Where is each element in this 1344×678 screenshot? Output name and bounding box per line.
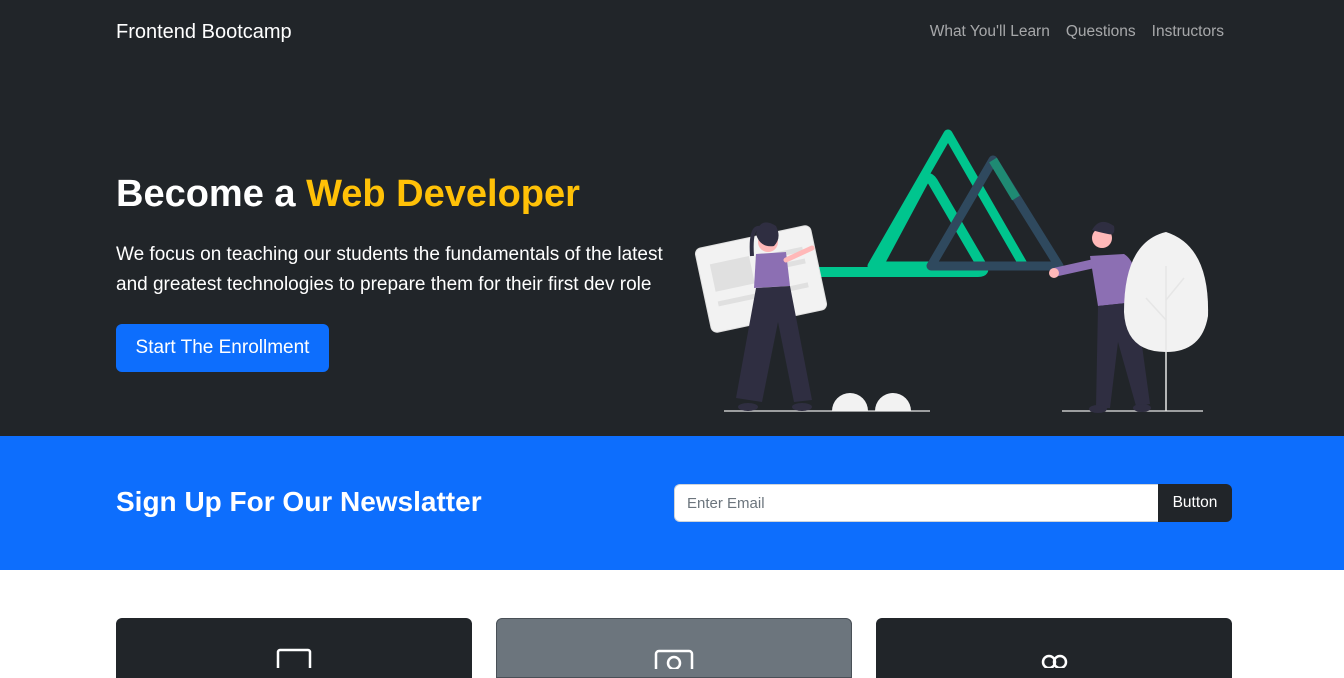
brand-link[interactable]: Frontend Bootcamp — [116, 21, 292, 44]
feature-card — [496, 618, 852, 678]
hero-title-accent: Web Developer — [306, 173, 580, 215]
newsletter-submit-button[interactable]: Button — [1158, 484, 1232, 522]
hero-title: Become a Web Developer — [116, 173, 580, 216]
start-enrollment-button[interactable]: Start The Enrollment — [116, 324, 329, 372]
hero-lead-text: We focus on teaching our students the fu… — [116, 244, 663, 295]
bush-icon — [832, 393, 868, 411]
nav-links: What You'll Learn Questions Instructors — [930, 23, 1224, 41]
bush-icon — [875, 393, 911, 411]
nav-link-instructors[interactable]: Instructors — [1152, 23, 1224, 41]
email-input[interactable] — [674, 484, 1158, 522]
people-icon — [1041, 654, 1068, 668]
newsletter-form: Button — [674, 484, 1232, 522]
boxes-section — [0, 570, 1344, 678]
feature-card — [876, 618, 1232, 678]
hero-illustration — [694, 129, 1209, 413]
woman-figure — [694, 222, 828, 411]
navbar: Frontend Bootcamp What You'll Learn Ques… — [0, 0, 1344, 66]
nav-link-learn[interactable]: What You'll Learn — [930, 23, 1050, 41]
hero-section: Become a Web Developer We focus on teach… — [0, 66, 1344, 436]
laptop-icon — [276, 648, 312, 668]
person-badge-icon — [654, 649, 694, 669]
nav-link-questions[interactable]: Questions — [1066, 23, 1136, 41]
feature-card — [116, 618, 472, 678]
newsletter-title: Sign Up For Our Newslatter — [116, 486, 482, 517]
newsletter-section: Sign Up For Our Newslatter Button — [0, 436, 1344, 570]
hero-title-prefix: Become a — [116, 173, 307, 215]
